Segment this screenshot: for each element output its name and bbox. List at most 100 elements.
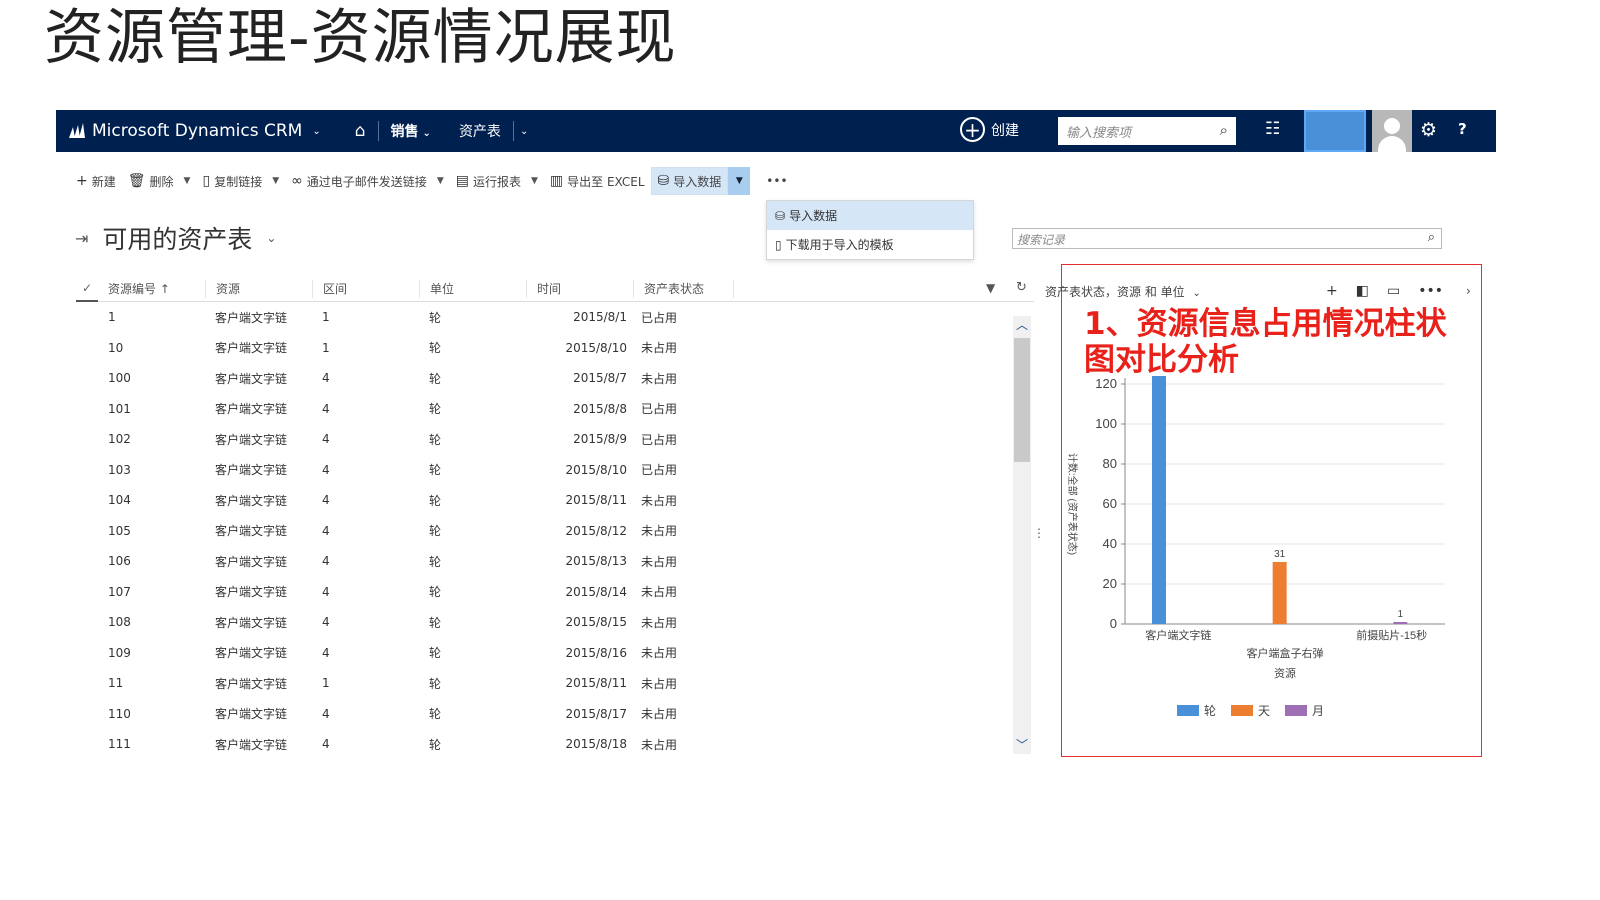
column-divider (733, 279, 744, 298)
column-header[interactable]: 资源 (205, 279, 312, 298)
records-grid: ✓ 资源编号 ↑ 资源 区间 单位 时间 资产表状态 ▼ ↻ 1 客户端文字链 1 轮… (76, 276, 1034, 760)
app-switcher[interactable]: Microsoft Dynamics CRM ⌄ (68, 121, 321, 141)
search-icon[interactable]: ⌕ (1220, 121, 1228, 139)
table-cell: 4 (322, 462, 330, 477)
import-data-dropdown-arrow[interactable]: ▼ (728, 167, 751, 195)
dynamics-logo-icon (69, 123, 85, 138)
create-button[interactable]: + 创建 (960, 117, 1019, 142)
select-all-checkbox[interactable]: ✓ (76, 276, 98, 302)
chevron-right-icon[interactable]: › (1466, 284, 1471, 298)
column-header[interactable]: 区间 (312, 279, 419, 298)
column-header[interactable]: 资源编号 ↑ (98, 280, 205, 298)
table-row[interactable]: 10 客户端文字链 1 轮 2015/8/10 未占用 (76, 333, 1034, 364)
table-row[interactable]: 106 客户端文字链 4 轮 2015/8/13 未占用 (76, 546, 1034, 577)
menu-item-label: 导入数据 (789, 209, 838, 223)
home-icon[interactable]: ⌂ (355, 121, 366, 141)
table-row[interactable]: 103 客户端文字链 4 轮 2015/8/10 已占用 (76, 455, 1034, 486)
dropdown-arrow-icon[interactable]: ▼ (272, 176, 279, 186)
chevron-down-icon[interactable]: ﹀ (1016, 736, 1028, 753)
table-cell: 110 (108, 706, 131, 721)
table-cell: 客户端文字链 (215, 646, 288, 661)
pane-splitter[interactable]: ⋮ (1033, 526, 1045, 540)
column-header[interactable]: 时间 (526, 279, 633, 298)
table-row[interactable]: 107 客户端文字链 4 轮 2015/8/14 未占用 (76, 577, 1034, 608)
table-row[interactable]: 1 客户端文字链 1 轮 2015/8/1 已占用 (76, 302, 1034, 333)
table-cell: 客户端文字链 (215, 310, 288, 325)
table-cell: 1 (108, 310, 116, 325)
dropdown-arrow-icon[interactable]: ▼ (184, 176, 191, 186)
y-tick-label: 20 (1103, 576, 1117, 591)
menu-item-import-data[interactable]: ⛁ 导入数据 (767, 201, 973, 230)
table-cell: 10 (108, 340, 124, 355)
menu-item-download-template[interactable]: ▯ 下载用于导入的模板 (767, 230, 973, 259)
copy-link-button[interactable]: ▯ 复制链接 ▼ (196, 167, 285, 195)
table-cell: 1 (322, 310, 330, 325)
table-row[interactable]: 110 客户端文字链 4 轮 2015/8/17 未占用 (76, 699, 1034, 730)
view-selector[interactable]: ⇥ 可用的资产表 ⌄ (75, 220, 276, 256)
avatar[interactable] (1372, 110, 1412, 152)
save-icon[interactable]: ▭ (1387, 283, 1400, 299)
delete-button[interactable]: 🗑 删除 ▼ (122, 167, 197, 195)
user-info-tile[interactable] (1304, 110, 1366, 152)
table-row[interactable]: 108 客户端文字链 4 轮 2015/8/15 未占用 (76, 607, 1034, 638)
table-cell: 4 (322, 401, 330, 416)
global-search-input[interactable]: 输入搜索项 ⌕ (1058, 117, 1236, 145)
gear-icon[interactable]: ⚙ (1420, 119, 1437, 141)
refresh-icon[interactable]: ↻ (1016, 280, 1027, 295)
table-row[interactable]: 111 客户端文字链 4 轮 2015/8/18 未占用 (76, 729, 1034, 760)
table-cell: 客户端文字链 (215, 432, 288, 447)
export-excel-button[interactable]: ▥ 导出至 EXCEL (544, 167, 651, 195)
more-icon[interactable]: ••• (1418, 283, 1443, 299)
import-data-button[interactable]: ⛁ 导入数据 (650, 167, 729, 195)
expand-chart-icon[interactable]: ◧ (1356, 283, 1369, 299)
table-cell: 客户端文字链 (215, 676, 288, 691)
chevron-down-icon: ⌄ (422, 128, 431, 139)
table-cell: 2015/8/7 (573, 371, 627, 386)
new-button[interactable]: + 新建 (70, 167, 122, 195)
column-header[interactable]: 资产表状态 (633, 279, 733, 298)
table-cell: 已占用 (641, 402, 678, 417)
pin-icon[interactable]: ⇥ (75, 229, 88, 248)
entity-menu-asset[interactable]: 资产表 (459, 121, 501, 141)
legend-label: 天 (1258, 704, 1270, 718)
email-link-button[interactable]: ∞ 通过电子邮件发送链接 ▼ (285, 167, 450, 195)
x-tick-label: 客户端盒子右弹 (1247, 646, 1324, 660)
y-tick-label: 120 (1095, 376, 1117, 391)
x-tick-label: 客户端文字链 (1145, 628, 1211, 642)
chevron-up-icon[interactable]: ︿ (1016, 316, 1028, 333)
module-menu-sales[interactable]: 销售 ⌄ (391, 121, 431, 141)
bar (1393, 622, 1408, 624)
grid-header: ✓ 资源编号 ↑ 资源 区间 单位 时间 资产表状态 ▼ ↻ (76, 276, 1034, 302)
table-cell: 2015/8/12 (565, 523, 627, 538)
table-row[interactable]: 100 客户端文字链 4 轮 2015/8/7 未占用 (76, 363, 1034, 394)
filter-icon[interactable]: ▼ (986, 281, 995, 295)
run-report-button[interactable]: ▤ 运行报表 ▼ (450, 167, 544, 195)
chart-selector[interactable]: 资产表状态，资源 和 单位 ⌄ (1045, 283, 1201, 300)
more-commands-button[interactable]: ••• (760, 167, 793, 195)
scrollbar-thumb[interactable] (1014, 338, 1030, 462)
y-tick-label: 100 (1095, 416, 1117, 431)
plus-icon[interactable]: + (1326, 283, 1338, 299)
table-row[interactable]: 101 客户端文字链 4 轮 2015/8/8 已占用 (76, 394, 1034, 425)
table-cell: 轮 (429, 371, 442, 386)
table-cell: 2015/8/11 (565, 676, 627, 691)
record-search-input[interactable]: 搜索记录 ⌕ (1012, 228, 1442, 249)
table-row[interactable]: 11 客户端文字链 1 轮 2015/8/11 未占用 (76, 668, 1034, 699)
dropdown-arrow-icon[interactable]: ▼ (437, 176, 444, 186)
table-cell: 11 (108, 676, 124, 691)
global-search-placeholder: 输入搜索项 (1066, 126, 1132, 141)
table-row[interactable]: 105 客户端文字链 4 轮 2015/8/12 未占用 (76, 516, 1034, 547)
search-icon[interactable]: ⌕ (1428, 230, 1435, 245)
table-row[interactable]: 102 客户端文字链 4 轮 2015/8/9 已占用 (76, 424, 1034, 455)
column-header[interactable]: 单位 (419, 279, 526, 298)
table-row[interactable]: 104 客户端文字链 4 轮 2015/8/11 未占用 (76, 485, 1034, 516)
help-button[interactable]: ? (1458, 120, 1467, 138)
table-cell: 客户端文字链 (215, 707, 288, 722)
task-list-icon[interactable]: ☷ (1265, 119, 1280, 139)
table-cell: 已占用 (641, 463, 678, 478)
table-row[interactable]: 109 客户端文字链 4 轮 2015/8/16 未占用 (76, 638, 1034, 669)
entity-chevron-down-icon[interactable]: ⌄ (520, 126, 528, 137)
grid-scrollbar[interactable]: ︿ ﹀ (1013, 316, 1031, 754)
table-cell: 未占用 (641, 524, 678, 539)
link-icon: ∞ (291, 173, 303, 189)
